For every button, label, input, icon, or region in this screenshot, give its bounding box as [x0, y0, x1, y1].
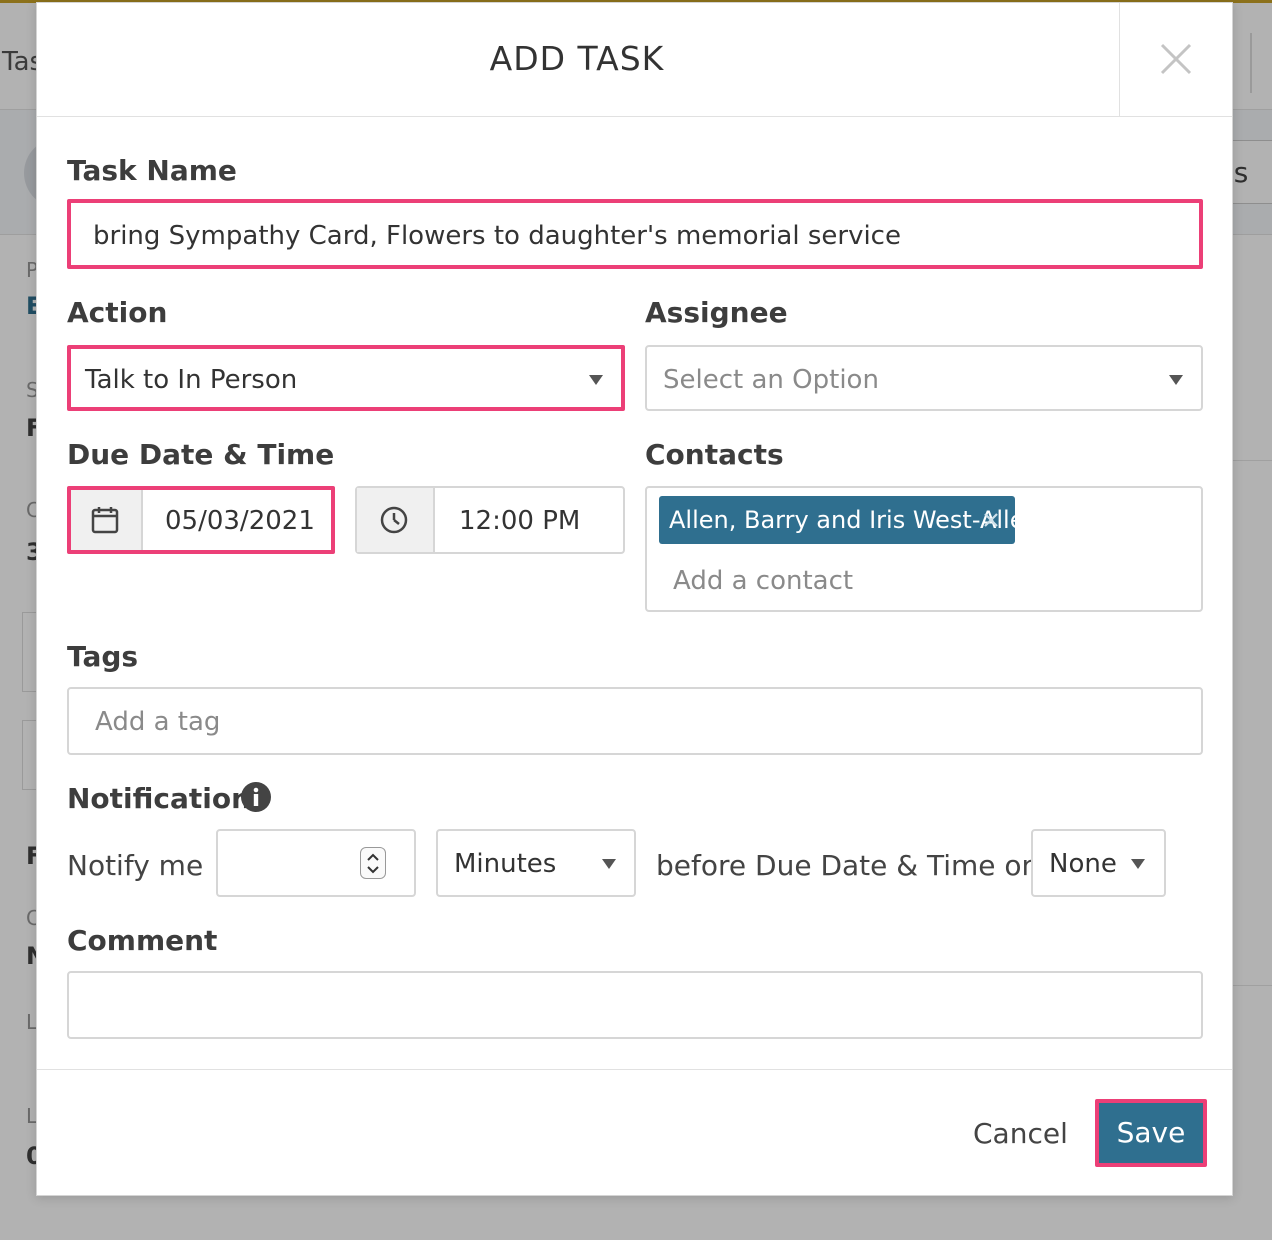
- due-time-input[interactable]: 12:00 PM: [355, 486, 625, 554]
- cancel-button[interactable]: Cancel: [973, 1117, 1068, 1150]
- due-date-input[interactable]: 05/03/2021: [67, 486, 335, 554]
- chevron-down-icon: [1131, 859, 1145, 869]
- modal-header: ADD TASK: [37, 3, 1232, 117]
- clock-addon[interactable]: [357, 488, 435, 552]
- action-value: Talk to In Person: [85, 365, 298, 395]
- due-date-value: 05/03/2021: [165, 506, 315, 536]
- notify-channel-select[interactable]: None: [1031, 829, 1166, 897]
- close-button[interactable]: [1119, 3, 1232, 116]
- clock-icon: [380, 506, 408, 534]
- number-stepper[interactable]: [360, 847, 386, 879]
- add-task-modal: ADD TASK Task Name bring Sympathy Card, …: [36, 2, 1233, 1196]
- contacts-placeholder: Add a contact: [673, 566, 854, 596]
- close-icon: [1160, 43, 1192, 75]
- before-due-text: before Due Date & Time on: [656, 849, 1040, 882]
- task-name-input[interactable]: bring Sympathy Card, Flowers to daughter…: [67, 199, 1203, 269]
- due-date-label: Due Date & Time: [67, 438, 335, 471]
- save-button[interactable]: Save: [1095, 1099, 1207, 1167]
- tags-label: Tags: [67, 640, 139, 673]
- task-name-value: bring Sympathy Card, Flowers to daughter…: [93, 221, 901, 251]
- action-select[interactable]: Talk to In Person: [67, 345, 625, 411]
- assignee-select[interactable]: Select an Option: [645, 345, 1203, 411]
- chevron-down-icon: [589, 375, 603, 385]
- contact-chip: Allen, Barry and Iris West-Allen: [659, 496, 1040, 544]
- stepper-up-icon[interactable]: [366, 853, 380, 861]
- notify-unit-value: Minutes: [454, 849, 557, 879]
- chevron-down-icon: [1169, 375, 1183, 385]
- notify-unit-select[interactable]: Minutes: [436, 829, 636, 897]
- due-time-value: 12:00 PM: [459, 506, 581, 536]
- footer-divider: [37, 1069, 1232, 1070]
- tags-input[interactable]: Add a tag: [67, 687, 1203, 755]
- calendar-addon[interactable]: [71, 490, 143, 550]
- comment-label: Comment: [67, 924, 218, 957]
- info-icon[interactable]: [240, 781, 272, 813]
- modal-title: ADD TASK: [489, 39, 665, 78]
- remove-contact-icon[interactable]: [983, 512, 999, 528]
- task-name-label: Task Name: [67, 154, 237, 187]
- calendar-icon: [91, 507, 119, 534]
- notify-channel-value: None: [1049, 849, 1117, 879]
- contacts-label: Contacts: [645, 438, 784, 471]
- stepper-down-icon[interactable]: [366, 866, 380, 874]
- action-label: Action: [67, 296, 168, 329]
- contacts-input[interactable]: Allen, Barry and Iris West-Allen Add a c…: [645, 486, 1203, 612]
- notification-label: Notification: [67, 782, 252, 815]
- notify-amount-input[interactable]: [216, 829, 416, 897]
- notify-me-text: Notify me: [67, 849, 204, 882]
- tags-placeholder: Add a tag: [95, 707, 221, 737]
- comment-input[interactable]: [67, 971, 1203, 1039]
- chevron-down-icon: [602, 859, 616, 869]
- assignee-placeholder: Select an Option: [663, 365, 879, 395]
- assignee-label: Assignee: [645, 296, 788, 329]
